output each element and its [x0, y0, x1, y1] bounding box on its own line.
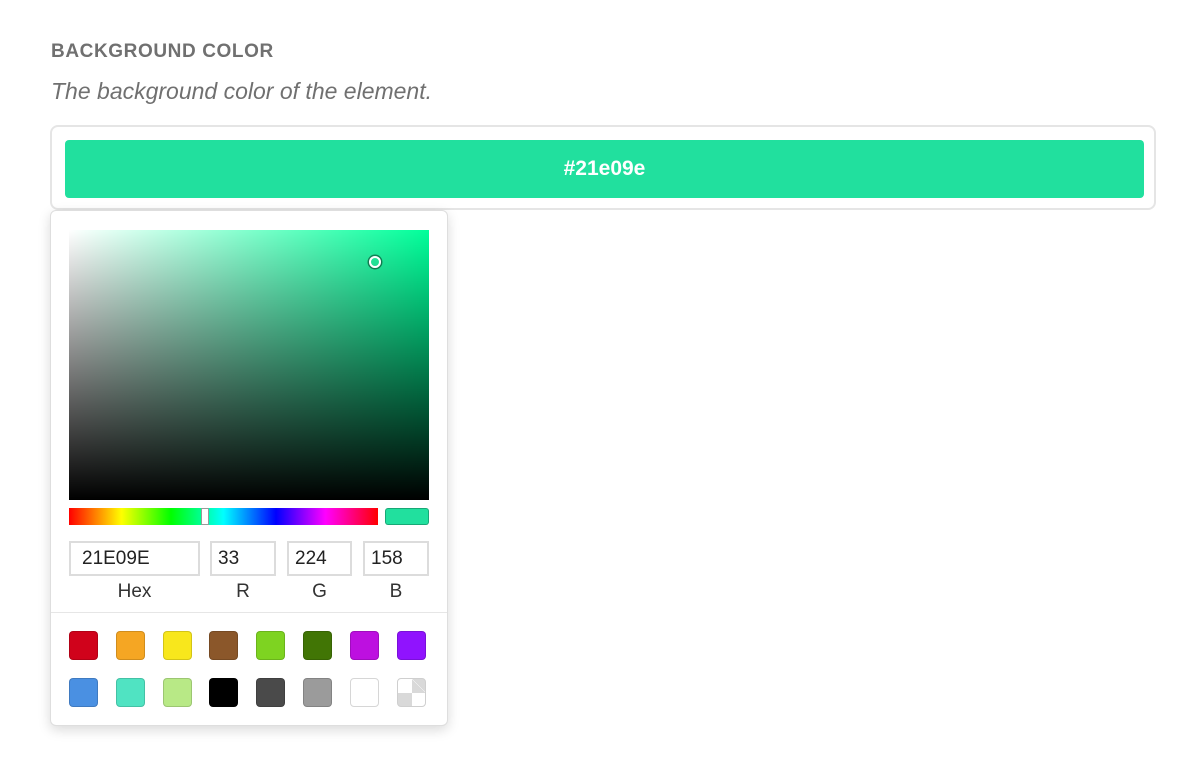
blue-input[interactable] [363, 541, 429, 576]
color-preview-swatch [385, 508, 429, 525]
color-picker-popover: Hex R G B [50, 210, 448, 726]
color-swatch-button[interactable]: #21e09e [65, 140, 1144, 198]
blue-label: B [389, 581, 403, 602]
preset-swatch-black[interactable] [209, 678, 239, 707]
green-input[interactable] [287, 541, 352, 576]
hex-label: Hex [117, 581, 152, 602]
preset-swatch-light-green[interactable] [162, 678, 192, 707]
divider [51, 612, 447, 613]
field-label: BACKGROUND COLOR [51, 41, 274, 62]
preset-swatch-red[interactable] [69, 631, 98, 660]
preset-swatch-dark-green[interactable] [303, 631, 332, 660]
red-label: R [236, 581, 250, 602]
hex-input[interactable] [69, 541, 200, 576]
preset-swatch-dark-gray[interactable] [256, 678, 286, 707]
preset-swatch-purple[interactable] [396, 631, 426, 660]
preset-swatch-lime[interactable] [256, 631, 286, 660]
preset-swatch-magenta[interactable] [349, 631, 379, 660]
saturation-area[interactable] [69, 230, 429, 500]
preset-swatch-brown[interactable] [209, 631, 239, 660]
preset-swatch-blue[interactable] [69, 678, 98, 707]
preset-swatch-white[interactable] [349, 678, 379, 707]
green-label: G [312, 581, 327, 602]
hue-slider-handle[interactable] [201, 508, 210, 525]
color-field: #21e09e [50, 125, 1156, 210]
hue-slider[interactable] [69, 508, 378, 525]
preset-swatch-yellow[interactable] [162, 631, 192, 660]
field-description: The background color of the element. [51, 78, 433, 104]
preset-swatch-teal[interactable] [115, 678, 145, 707]
preset-swatch-orange[interactable] [115, 631, 145, 660]
preset-swatch-gray[interactable] [303, 678, 332, 707]
preset-swatch-transparent[interactable] [396, 678, 426, 707]
red-input[interactable] [210, 541, 276, 576]
